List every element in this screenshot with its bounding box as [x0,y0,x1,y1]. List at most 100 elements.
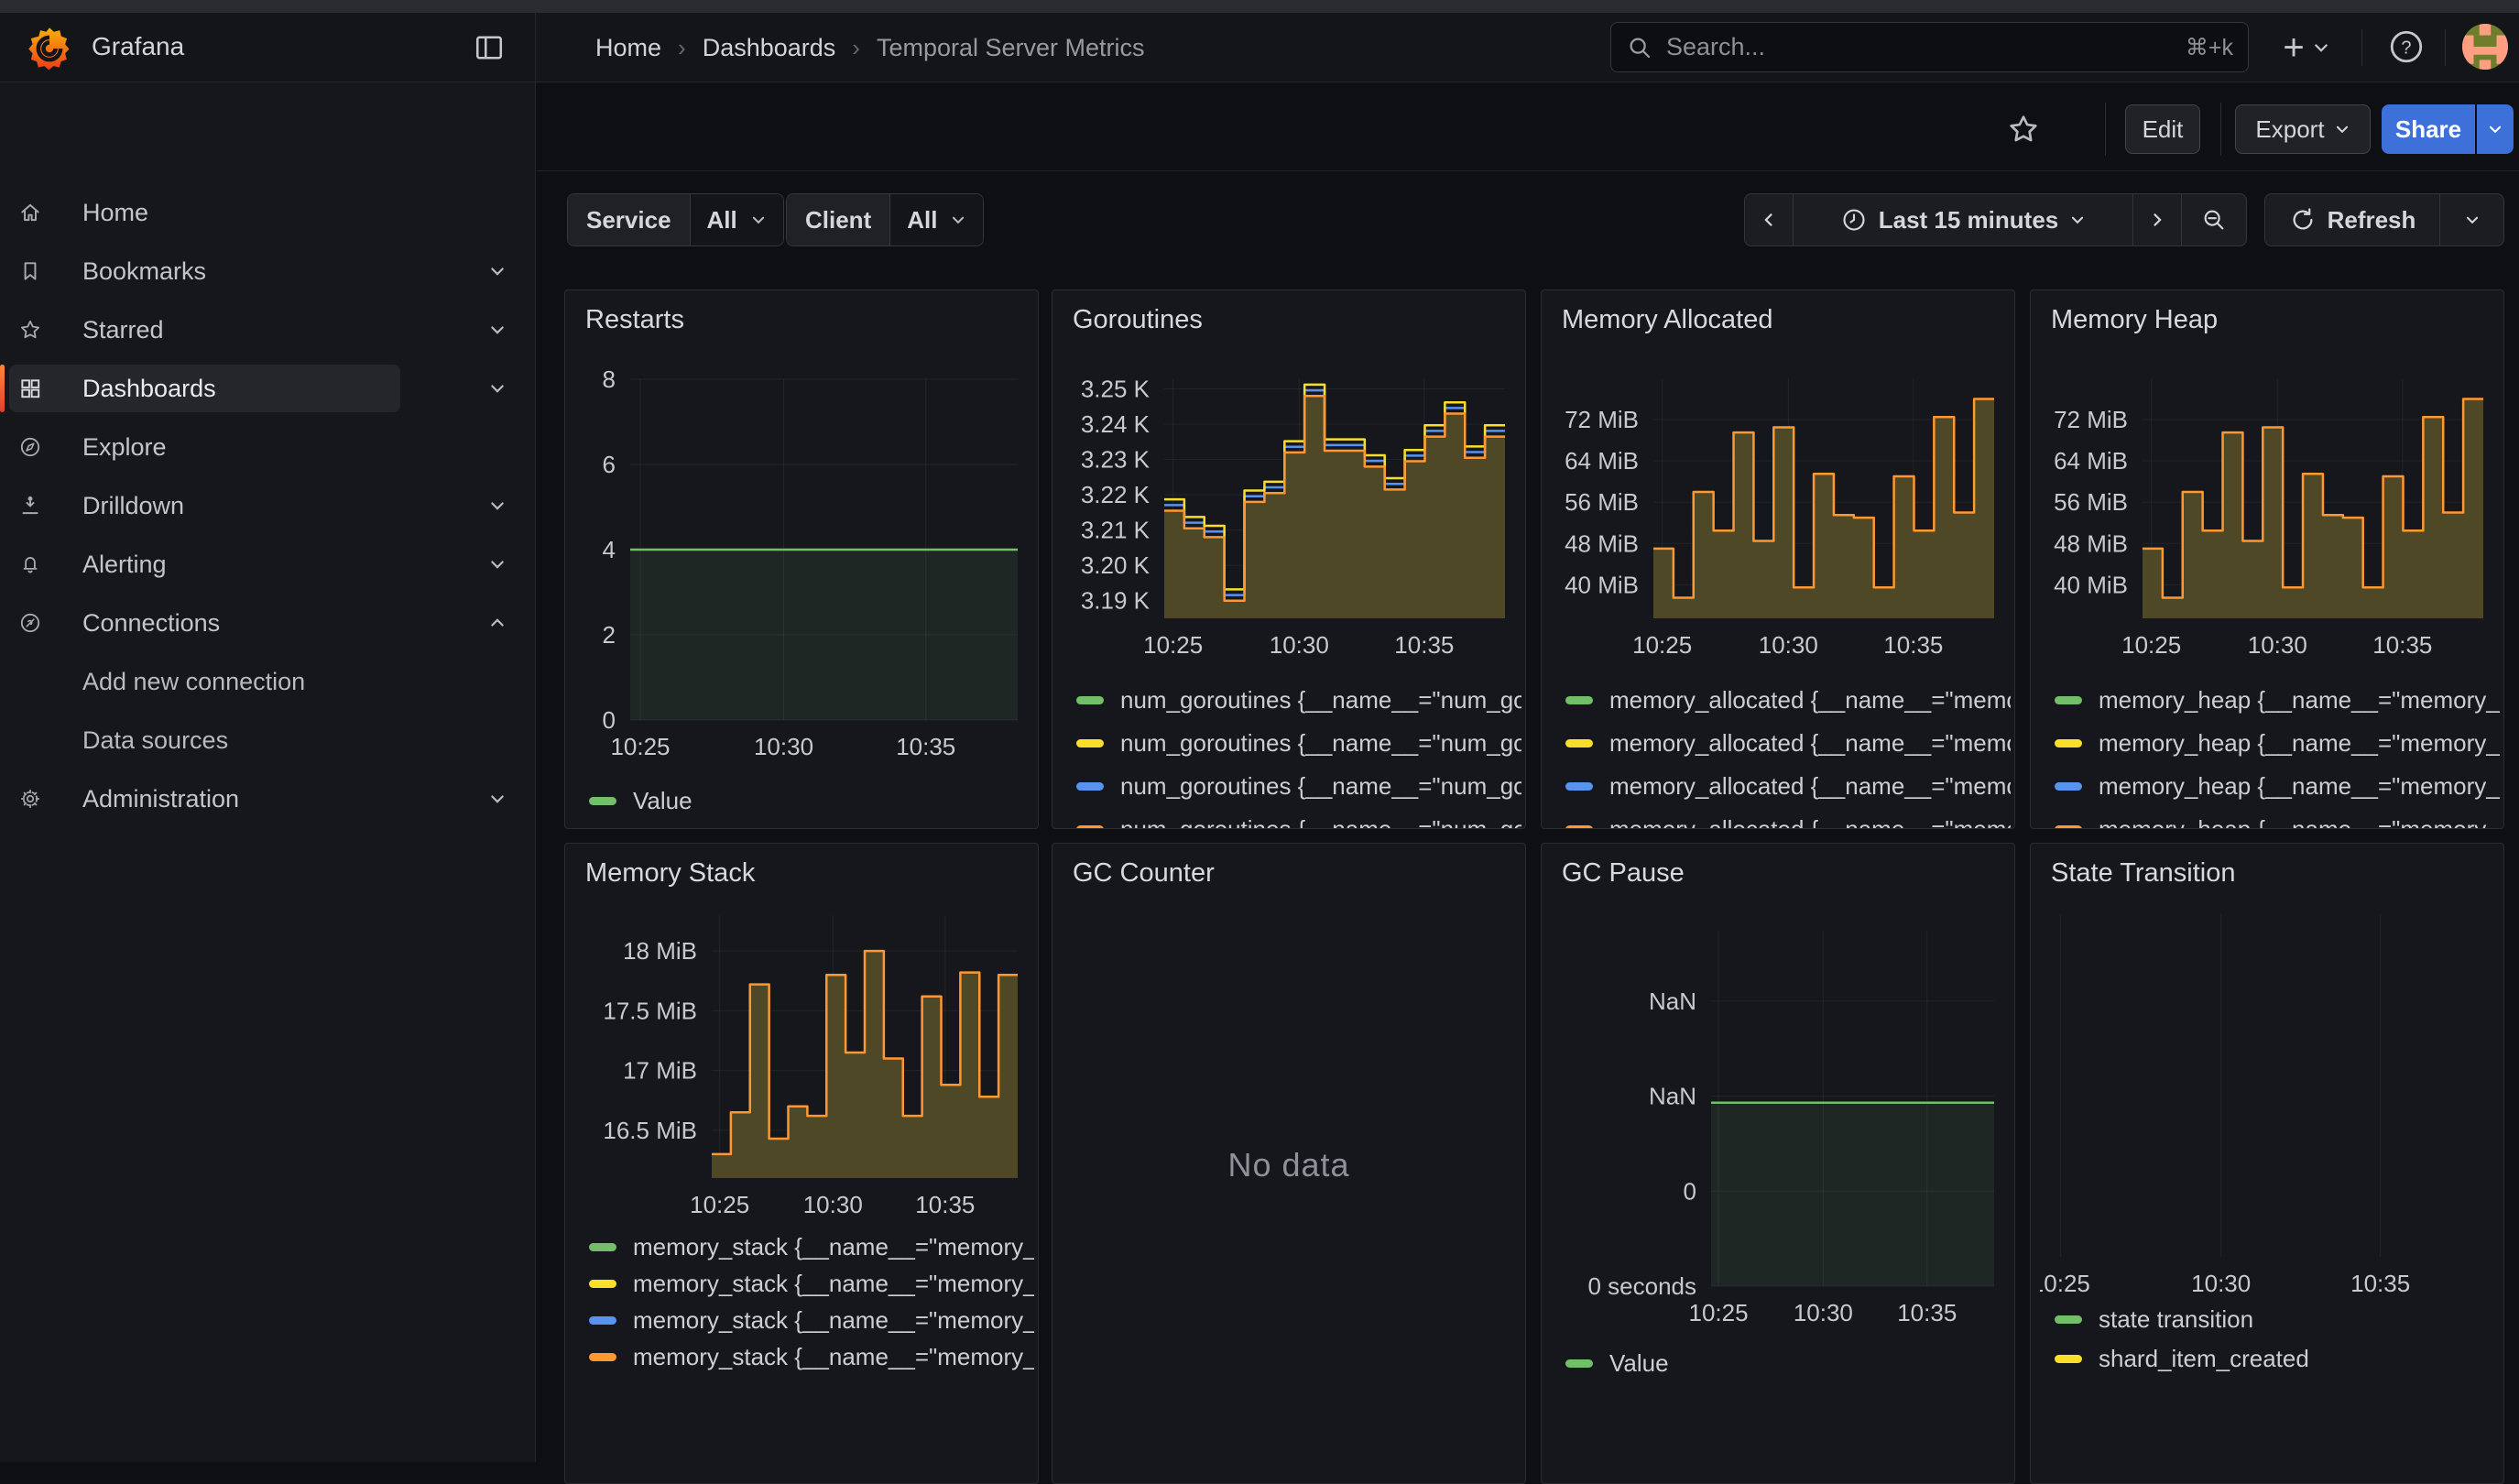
time-range-picker[interactable]: Last 15 minutes [1793,193,2133,246]
legend-item[interactable]: memory_allocated {__name__="memc [1565,722,2011,765]
refresh-interval-button[interactable] [2439,193,2504,246]
legend-item[interactable]: shard_item_created [2055,1339,2500,1379]
grafana-logo-icon[interactable] [26,25,73,72]
time-range-zoom-out-button[interactable] [2181,193,2247,246]
legend-item[interactable]: memory_stack {__name__="memory_s [589,1302,1034,1338]
chevron-down-icon[interactable] [488,262,507,280]
favorite-star-icon[interactable] [2006,112,2041,147]
goroutines-legend: num_goroutines {__name__="num_gonum_goro… [1076,679,1521,829]
legend-item[interactable]: memory_allocated {__name__="memc [1565,765,2011,808]
legend-item[interactable]: memory_allocated {__name__="memc [1565,808,2011,829]
panel-memory-heap[interactable]: Memory Heap 40 MiB48 MiB56 MiB64 MiB72 M… [2030,289,2504,829]
panel-state-transition[interactable]: State Transition 10:2510:3010:35 state t… [2030,843,2504,1484]
sidebar-item-dashboards[interactable]: Dashboards [9,365,400,412]
service-variable-value[interactable]: All [691,194,783,246]
panel-title[interactable]: GC Counter [1073,858,1215,889]
legend-item[interactable]: memory_stack {__name__="memory_s [589,1228,1034,1265]
legend-item[interactable]: memory_heap {__name__="memory_h [2055,679,2500,722]
legend-item[interactable]: num_goroutines {__name__="num_go [1076,808,1521,829]
panel-title[interactable]: Memory Allocated [1562,305,1773,335]
sidebar-item-data-sources[interactable]: Data sources [9,716,400,764]
edit-button[interactable]: Edit [2125,104,2200,154]
svg-text:3.24 K: 3.24 K [1081,410,1150,438]
gc-pause-chart[interactable]: 0 seconds0NaNNaN10:2510:3010:35 [1551,904,2005,1362]
panel-title[interactable]: GC Pause [1562,858,1685,889]
chevron-down-icon[interactable] [488,379,507,398]
legend-swatch [589,1353,616,1361]
chevron-down-icon[interactable] [488,790,507,808]
sidebar-item-explore[interactable]: Explore [9,423,400,471]
sidebar-item-starred[interactable]: Starred [9,306,400,354]
sidebar-item-label: Administration [82,785,239,813]
share-options-button[interactable] [2477,104,2514,154]
new-item-button[interactable]: + [2268,24,2345,71]
legend-item[interactable]: memory_heap {__name__="memory_h [2055,808,2500,829]
service-variable: Service All [567,193,784,246]
export-button[interactable]: Export [2235,104,2371,154]
restarts-chart[interactable]: 0246810:2510:3010:35 [574,351,1029,761]
chevron-up-icon[interactable] [488,614,507,632]
legend-swatch [1076,739,1104,747]
panel-title[interactable]: State Transition [2051,858,2236,889]
legend-item[interactable]: memory_allocated {__name__="memc [1565,679,2011,722]
sidebar-item-home[interactable]: Home [9,189,400,236]
goroutines-chart[interactable]: 3.19 K3.20 K3.21 K3.22 K3.23 K3.24 K3.25… [1062,351,1516,662]
sidebar-item-add-new-connection[interactable]: Add new connection [9,658,400,705]
panel-title[interactable]: Memory Stack [585,858,755,889]
sidebar-item-alerting[interactable]: Alerting [9,540,400,588]
legend-swatch [1565,782,1593,791]
legend-item[interactable]: Value [1565,1343,2011,1383]
legend-item[interactable]: memory_heap {__name__="memory_h [2055,722,2500,765]
search-icon [1626,34,1653,61]
breadcrumb-home[interactable]: Home [595,34,661,62]
legend-item[interactable]: state transition [2055,1300,2500,1339]
breadcrumb-separator: › [678,34,686,62]
legend-label: memory_allocated {__name__="memc [1609,729,2011,758]
search-input[interactable]: Search... ⌘+k [1610,22,2249,72]
breadcrumb-dashboards[interactable]: Dashboards [703,34,836,62]
sidebar-item-administration[interactable]: Administration [9,775,400,823]
refresh-button[interactable]: Refresh [2264,193,2440,246]
state-transition-chart[interactable]: 10:2510:3010:35 [2040,904,2494,1335]
drilldown-icon [18,494,42,518]
sidebar-item-drilldown[interactable]: Drilldown [9,482,400,529]
legend-item[interactable]: memory_stack {__name__="memory_s [589,1265,1034,1302]
svg-text:10:25: 10:25 [1632,631,1692,659]
legend-item[interactable]: num_goroutines {__name__="num_go [1076,722,1521,765]
chevron-down-icon[interactable] [488,321,507,339]
sidebar-item-connections[interactable]: Connections [9,599,400,647]
panel-memory-stack[interactable]: Memory Stack 16.5 MiB17 MiB17.5 MiB18 Mi… [564,843,1039,1484]
panel-title[interactable]: Restarts [585,305,684,335]
legend-item[interactable]: Value [589,780,1034,821]
panel-gc-counter[interactable]: GC Counter No data [1052,843,1526,1484]
panel-goroutines[interactable]: Goroutines 3.19 K3.20 K3.21 K3.22 K3.23 … [1052,289,1526,829]
legend-item[interactable]: memory_stack {__name__="memory_s [589,1338,1034,1375]
plus-icon: + [2283,29,2304,66]
panel-memory-allocated[interactable]: Memory Allocated 40 MiB48 MiB56 MiB64 Mi… [1541,289,2015,829]
chevron-down-icon[interactable] [488,496,507,515]
panel-restarts[interactable]: Restarts 0246810:2510:3010:35 Value [564,289,1039,829]
time-range-forward-button[interactable] [2132,193,2182,246]
chevron-down-icon[interactable] [488,555,507,573]
memory-stack-chart[interactable]: 16.5 MiB17 MiB17.5 MiB18 MiB10:2510:3010… [574,904,1029,1220]
sidebar-item-label: Dashboards [82,375,216,403]
legend-item[interactable]: num_goroutines {__name__="num_go [1076,679,1521,722]
connections-icon [18,611,42,635]
sidebar-item-bookmarks[interactable]: Bookmarks [9,247,400,295]
memory-heap-chart[interactable]: 40 MiB48 MiB56 MiB64 MiB72 MiB10:2510:30… [2040,351,2494,662]
panel-title[interactable]: Goroutines [1073,305,1203,335]
memory-allocated-chart[interactable]: 40 MiB48 MiB56 MiB64 MiB72 MiB10:2510:30… [1551,351,2005,662]
panel-title[interactable]: Memory Heap [2051,305,2218,335]
chevron-down-icon [2487,121,2503,137]
svg-text:48 MiB: 48 MiB [1565,529,1639,557]
help-icon[interactable]: ? [2387,27,2426,66]
sidebar-toggle-icon[interactable] [473,31,506,64]
panel-gc-pause[interactable]: GC Pause 0 seconds0NaNNaN10:2510:3010:35… [1541,843,2015,1484]
share-button[interactable]: Share [2382,104,2475,154]
client-variable-value[interactable]: All [890,194,983,246]
svg-text:NaN: NaN [1649,1083,1696,1110]
time-range-back-button[interactable] [1744,193,1794,246]
user-avatar[interactable] [2462,24,2508,70]
legend-item[interactable]: memory_heap {__name__="memory_h [2055,765,2500,808]
legend-item[interactable]: num_goroutines {__name__="num_go [1076,765,1521,808]
